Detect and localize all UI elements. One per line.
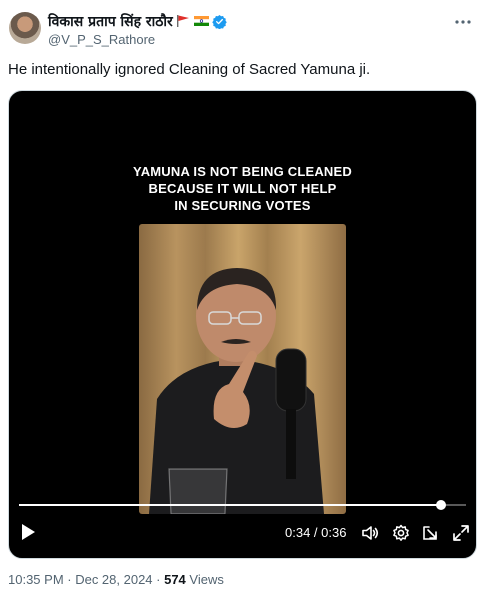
india-flag-icon	[193, 16, 209, 26]
author-display-name[interactable]: विकास प्रताप सिंह राठौर	[48, 12, 173, 31]
more-options-icon[interactable]	[453, 14, 473, 30]
popout-icon[interactable]	[421, 523, 441, 543]
caption-line: YAMUNA IS NOT BEING CLEANED	[133, 164, 352, 179]
tweet-meta: 10:35 PM · Dec 28, 2024 · 574 Views	[8, 572, 224, 587]
meta-separator: ·	[152, 572, 165, 587]
progress-fill	[19, 504, 441, 506]
progress-knob[interactable]	[435, 500, 446, 510]
caption-line: BECAUSE IT WILL NOT HELP	[148, 181, 337, 196]
red-flag-icon	[176, 15, 189, 27]
progress-bar[interactable]	[19, 500, 466, 510]
tweet-text: He intentionally ignored Cleaning of Sac…	[8, 61, 371, 78]
verified-badge-icon[interactable]	[212, 14, 227, 29]
video-frame	[139, 224, 346, 514]
video-player[interactable]: YAMUNA IS NOT BEING CLEANED BECAUSE IT W…	[8, 90, 477, 559]
tweet-header: विकास प्रताप सिंह राठौर @V_P_S_Rathore	[48, 11, 443, 47]
author-avatar[interactable]	[9, 12, 41, 44]
video-frame-illustration	[149, 268, 324, 514]
play-icon[interactable]	[19, 522, 37, 542]
settings-icon[interactable]	[391, 523, 411, 543]
fullscreen-icon[interactable]	[451, 523, 471, 543]
video-caption: YAMUNA IS NOT BEING CLEANED BECAUSE IT W…	[9, 163, 476, 214]
video-controls: 0:34 / 0:36	[9, 500, 476, 558]
tweet-timestamp[interactable]: 10:35 PM · Dec 28, 2024	[8, 572, 153, 587]
author-handle[interactable]: @V_P_S_Rathore	[48, 32, 443, 47]
volume-icon[interactable]	[360, 523, 380, 543]
views-count: 574	[164, 572, 186, 587]
views-label: Views	[189, 572, 224, 587]
caption-line: IN SECURING VOTES	[174, 198, 311, 213]
name-row: विकास प्रताप सिंह राठौर	[48, 11, 443, 31]
time-display: 0:34 / 0:36	[285, 525, 347, 540]
